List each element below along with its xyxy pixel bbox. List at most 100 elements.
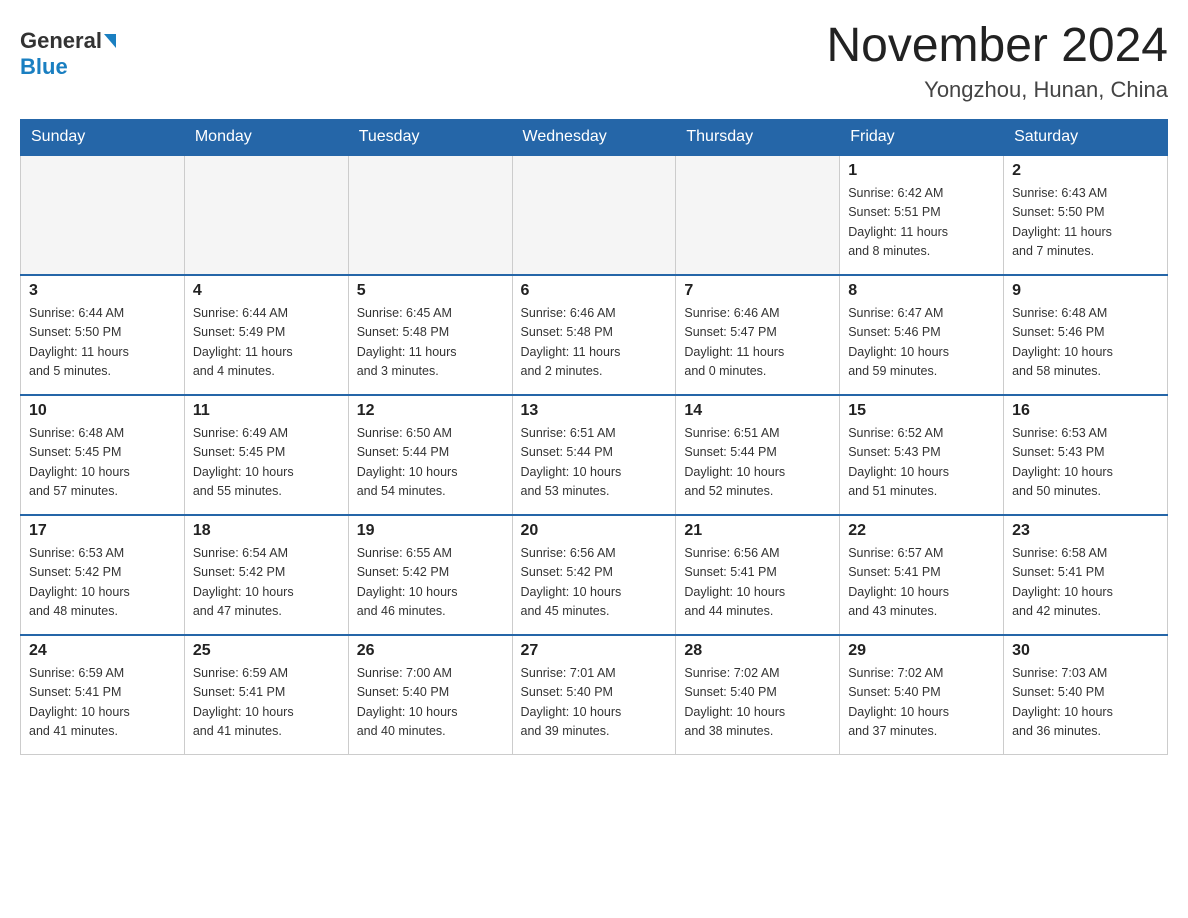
calendar-cell: 14 Sunrise: 6:51 AMSunset: 5:44 PMDayligh… bbox=[676, 395, 840, 515]
day-info: Sunrise: 6:58 AMSunset: 5:41 PMDaylight:… bbox=[1012, 544, 1159, 622]
calendar-week-row: 17 Sunrise: 6:53 AMSunset: 5:42 PMDayligh… bbox=[21, 515, 1168, 635]
location-subtitle: Yongzhou, Hunan, China bbox=[826, 77, 1168, 103]
calendar-cell: 30Sunrise: 7:03 AMSunset: 5:40 PMDayligh… bbox=[1004, 635, 1168, 755]
day-info: Sunrise: 6:53 AMSunset: 5:42 PMDaylight:… bbox=[29, 544, 176, 622]
day-number: 3 bbox=[29, 282, 176, 300]
day-info: Sunrise: 6:51 AMSunset: 5:44 PMDaylight:… bbox=[684, 424, 831, 502]
day-number: 28 bbox=[684, 642, 831, 660]
day-info: Sunrise: 7:01 AMSunset: 5:40 PMDaylight:… bbox=[521, 664, 668, 742]
calendar-cell: 15Sunrise: 6:52 AMSunset: 5:43 PMDayligh… bbox=[840, 395, 1004, 515]
day-info: Sunrise: 6:59 AMSunset: 5:41 PMDaylight:… bbox=[193, 664, 340, 742]
calendar-cell: 27 Sunrise: 7:01 AMSunset: 5:40 PMDayligh… bbox=[512, 635, 676, 755]
day-number: 13 bbox=[521, 402, 668, 420]
calendar-cell: 8 Sunrise: 6:47 AMSunset: 5:46 PMDaylight… bbox=[840, 275, 1004, 395]
calendar-cell: 23 Sunrise: 6:58 AMSunset: 5:41 PMDayligh… bbox=[1004, 515, 1168, 635]
calendar-cell: 2 Sunrise: 6:43 AMSunset: 5:50 PMDaylight… bbox=[1004, 155, 1168, 275]
calendar-cell: 25Sunrise: 6:59 AMSunset: 5:41 PMDayligh… bbox=[184, 635, 348, 755]
day-number: 27 bbox=[521, 642, 668, 660]
logo: General Blue bbox=[20, 20, 116, 80]
day-info: Sunrise: 6:43 AMSunset: 5:50 PMDaylight:… bbox=[1012, 184, 1159, 262]
day-number: 10 bbox=[29, 402, 176, 420]
calendar-cell: 5 Sunrise: 6:45 AMSunset: 5:48 PMDaylight… bbox=[348, 275, 512, 395]
day-info: Sunrise: 7:02 AMSunset: 5:40 PMDaylight:… bbox=[848, 664, 995, 742]
day-info: Sunrise: 6:46 AMSunset: 5:47 PMDaylight:… bbox=[684, 304, 831, 382]
day-info: Sunrise: 6:47 AMSunset: 5:46 PMDaylight:… bbox=[848, 304, 995, 382]
day-number: 15 bbox=[848, 402, 995, 420]
day-number: 21 bbox=[684, 522, 831, 540]
day-info: Sunrise: 6:45 AMSunset: 5:48 PMDaylight:… bbox=[357, 304, 504, 382]
calendar-cell: 22 Sunrise: 6:57 AMSunset: 5:41 PMDayligh… bbox=[840, 515, 1004, 635]
day-number: 18 bbox=[193, 522, 340, 540]
calendar-cell bbox=[348, 155, 512, 275]
day-number: 23 bbox=[1012, 522, 1159, 540]
day-number: 16 bbox=[1012, 402, 1159, 420]
day-number: 2 bbox=[1012, 162, 1159, 180]
day-number: 4 bbox=[193, 282, 340, 300]
day-number: 12 bbox=[357, 402, 504, 420]
day-info: Sunrise: 6:46 AMSunset: 5:48 PMDaylight:… bbox=[521, 304, 668, 382]
day-number: 19 bbox=[357, 522, 504, 540]
day-number: 14 bbox=[684, 402, 831, 420]
calendar-cell bbox=[512, 155, 676, 275]
col-header-tuesday: Tuesday bbox=[348, 119, 512, 155]
day-number: 26 bbox=[357, 642, 504, 660]
day-info: Sunrise: 6:54 AMSunset: 5:42 PMDaylight:… bbox=[193, 544, 340, 622]
day-number: 20 bbox=[521, 522, 668, 540]
calendar-cell bbox=[676, 155, 840, 275]
day-number: 24 bbox=[29, 642, 176, 660]
calendar-cell: 6 Sunrise: 6:46 AMSunset: 5:48 PMDaylight… bbox=[512, 275, 676, 395]
calendar-cell: 17 Sunrise: 6:53 AMSunset: 5:42 PMDayligh… bbox=[21, 515, 185, 635]
calendar-cell: 20Sunrise: 6:56 AMSunset: 5:42 PMDayligh… bbox=[512, 515, 676, 635]
day-number: 5 bbox=[357, 282, 504, 300]
day-info: Sunrise: 6:57 AMSunset: 5:41 PMDaylight:… bbox=[848, 544, 995, 622]
calendar-cell: 21 Sunrise: 6:56 AMSunset: 5:41 PMDayligh… bbox=[676, 515, 840, 635]
col-header-sunday: Sunday bbox=[21, 119, 185, 155]
calendar-cell: 16Sunrise: 6:53 AMSunset: 5:43 PMDayligh… bbox=[1004, 395, 1168, 515]
month-year-title: November 2024 bbox=[826, 20, 1168, 73]
calendar-header-row: SundayMondayTuesdayWednesdayThursdayFrid… bbox=[21, 119, 1168, 155]
col-header-monday: Monday bbox=[184, 119, 348, 155]
calendar-cell: 18 Sunrise: 6:54 AMSunset: 5:42 PMDayligh… bbox=[184, 515, 348, 635]
calendar-cell: 12 Sunrise: 6:50 AMSunset: 5:44 PMDayligh… bbox=[348, 395, 512, 515]
calendar-week-row: 1 Sunrise: 6:42 AMSunset: 5:51 PMDaylight… bbox=[21, 155, 1168, 275]
calendar-cell bbox=[21, 155, 185, 275]
header: General Blue November 2024 Yongzhou, Hun… bbox=[20, 20, 1168, 103]
day-info: Sunrise: 7:02 AMSunset: 5:40 PMDaylight:… bbox=[684, 664, 831, 742]
calendar-cell bbox=[184, 155, 348, 275]
day-info: Sunrise: 6:48 AMSunset: 5:45 PMDaylight:… bbox=[29, 424, 176, 502]
calendar-cell: 28 Sunrise: 7:02 AMSunset: 5:40 PMDayligh… bbox=[676, 635, 840, 755]
calendar-cell: 9Sunrise: 6:48 AMSunset: 5:46 PMDaylight… bbox=[1004, 275, 1168, 395]
day-number: 11 bbox=[193, 402, 340, 420]
day-number: 30 bbox=[1012, 642, 1159, 660]
day-number: 7 bbox=[684, 282, 831, 300]
logo-text-blue: Blue bbox=[20, 54, 68, 80]
calendar-cell: 7 Sunrise: 6:46 AMSunset: 5:47 PMDaylight… bbox=[676, 275, 840, 395]
day-info: Sunrise: 6:59 AMSunset: 5:41 PMDaylight:… bbox=[29, 664, 176, 742]
day-info: Sunrise: 6:51 AMSunset: 5:44 PMDaylight:… bbox=[521, 424, 668, 502]
day-info: Sunrise: 6:55 AMSunset: 5:42 PMDaylight:… bbox=[357, 544, 504, 622]
calendar-cell: 26 Sunrise: 7:00 AMSunset: 5:40 PMDayligh… bbox=[348, 635, 512, 755]
day-info: Sunrise: 6:49 AMSunset: 5:45 PMDaylight:… bbox=[193, 424, 340, 502]
calendar-week-row: 24 Sunrise: 6:59 AMSunset: 5:41 PMDayligh… bbox=[21, 635, 1168, 755]
col-header-wednesday: Wednesday bbox=[512, 119, 676, 155]
day-number: 17 bbox=[29, 522, 176, 540]
calendar-cell: 24 Sunrise: 6:59 AMSunset: 5:41 PMDayligh… bbox=[21, 635, 185, 755]
calendar-cell: 29 Sunrise: 7:02 AMSunset: 5:40 PMDayligh… bbox=[840, 635, 1004, 755]
calendar-cell: 11 Sunrise: 6:49 AMSunset: 5:45 PMDayligh… bbox=[184, 395, 348, 515]
title-area: November 2024 Yongzhou, Hunan, China bbox=[826, 20, 1168, 103]
calendar-cell: 3Sunrise: 6:44 AMSunset: 5:50 PMDaylight… bbox=[21, 275, 185, 395]
day-number: 29 bbox=[848, 642, 995, 660]
day-number: 6 bbox=[521, 282, 668, 300]
logo-text-general: General bbox=[20, 28, 102, 54]
logo-arrow-icon bbox=[104, 34, 116, 48]
col-header-thursday: Thursday bbox=[676, 119, 840, 155]
day-number: 8 bbox=[848, 282, 995, 300]
day-info: Sunrise: 6:56 AMSunset: 5:41 PMDaylight:… bbox=[684, 544, 831, 622]
calendar-cell: 4Sunrise: 6:44 AMSunset: 5:49 PMDaylight… bbox=[184, 275, 348, 395]
day-info: Sunrise: 6:50 AMSunset: 5:44 PMDaylight:… bbox=[357, 424, 504, 502]
day-info: Sunrise: 7:00 AMSunset: 5:40 PMDaylight:… bbox=[357, 664, 504, 742]
day-number: 1 bbox=[848, 162, 995, 180]
calendar-cell: 1 Sunrise: 6:42 AMSunset: 5:51 PMDaylight… bbox=[840, 155, 1004, 275]
day-number: 22 bbox=[848, 522, 995, 540]
day-info: Sunrise: 6:42 AMSunset: 5:51 PMDaylight:… bbox=[848, 184, 995, 262]
